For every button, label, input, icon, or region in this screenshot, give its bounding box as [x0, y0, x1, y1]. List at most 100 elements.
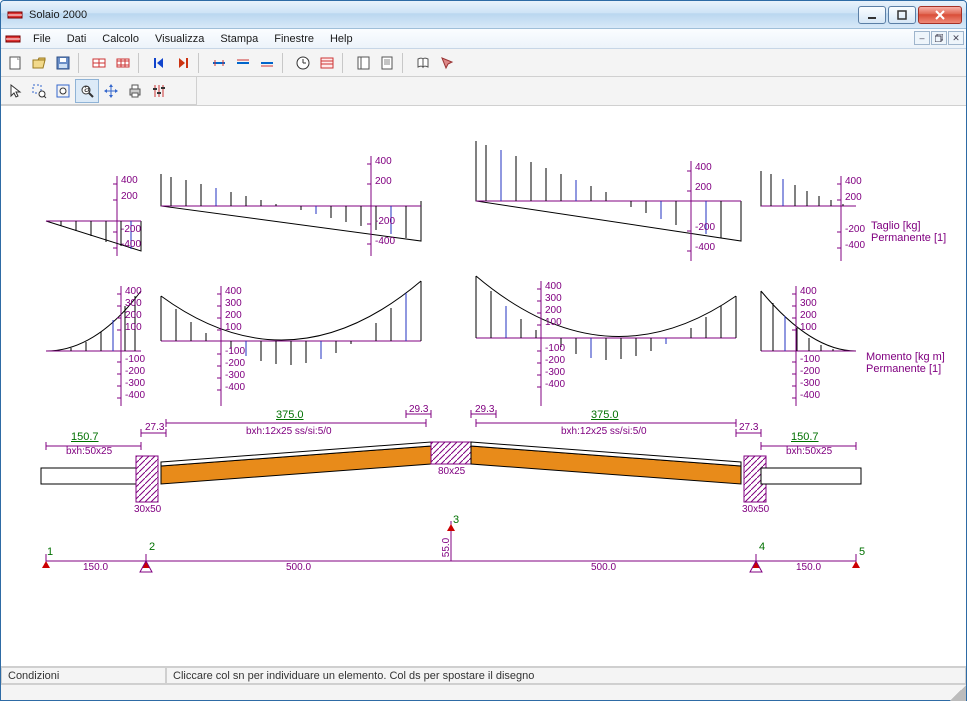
menu-dati[interactable]: Dati	[59, 31, 95, 47]
node-1: 1	[47, 546, 53, 558]
dim-span1: 375.0	[276, 409, 304, 421]
window-controls	[858, 6, 962, 24]
statusbar: Condizioni Cliccare col sn per individua…	[1, 666, 966, 684]
dim-span2: 375.0	[591, 409, 619, 421]
view-toolbar: a	[1, 77, 197, 105]
titlebar[interactable]: Solaio 2000	[1, 1, 966, 29]
open-button[interactable]	[27, 51, 51, 75]
doc-button[interactable]	[351, 51, 375, 75]
tick: -400	[545, 379, 565, 390]
minimize-button[interactable]	[858, 6, 886, 24]
window-title: Solaio 2000	[29, 9, 858, 21]
tick: -100	[545, 343, 565, 354]
dim-gap-cr: 29.3	[475, 404, 494, 415]
tick: 200	[121, 191, 138, 202]
menu-visualizza[interactable]: Visualizza	[147, 31, 212, 47]
zoom-window-button[interactable]	[27, 79, 51, 103]
status-left: Condizioni	[1, 667, 166, 684]
grid2-button[interactable]	[111, 51, 135, 75]
main-toolbar	[1, 49, 966, 77]
help-button[interactable]	[435, 51, 459, 75]
mdi-restore-button[interactable]	[931, 31, 947, 45]
tick: -400	[125, 390, 145, 401]
svg-text:a: a	[84, 83, 91, 95]
book-button[interactable]	[411, 51, 435, 75]
status-right: Cliccare col sn per individuare un eleme…	[166, 667, 966, 684]
axis-center-h: 55.0	[441, 538, 452, 557]
dim-gap-right: 27.3	[739, 422, 758, 433]
node-2: 2	[149, 541, 155, 553]
settings-button[interactable]	[147, 79, 171, 103]
close-button[interactable]	[918, 6, 962, 24]
tick: -400	[121, 239, 141, 250]
tick: 200	[800, 310, 817, 321]
tick: 400	[121, 175, 138, 186]
tick: -200	[800, 366, 820, 377]
tick: 300	[125, 298, 142, 309]
nav-last-button[interactable]	[171, 51, 195, 75]
tick: -200	[695, 222, 715, 233]
drawing-canvas[interactable]: 400 200 -200 -400 400 200 -200 -400 400 …	[1, 106, 966, 666]
support-left-label: 30x50	[134, 504, 161, 515]
tick: 300	[545, 293, 562, 304]
mdi-close-button[interactable]: ✕	[948, 31, 964, 45]
tick: 100	[800, 322, 817, 333]
maximize-button[interactable]	[888, 6, 916, 24]
print-button[interactable]	[123, 79, 147, 103]
tick: 400	[375, 156, 392, 167]
menubar: File Dati Calcolo Visualizza Stampa Fine…	[1, 29, 966, 49]
tick: 400	[800, 286, 817, 297]
mdi-minimize-button[interactable]: ‒	[914, 31, 930, 45]
beam3-button[interactable]	[255, 51, 279, 75]
table-button[interactable]	[315, 51, 339, 75]
dim-left-cant-sub: bxh:50x25	[66, 446, 112, 457]
pan-button[interactable]	[99, 79, 123, 103]
zoom-realtime-button[interactable]: a	[75, 79, 99, 103]
app-window: Solaio 2000 File Dati Calcolo Visualizza…	[0, 0, 967, 701]
tick: -300	[125, 378, 145, 389]
tick: -400	[800, 390, 820, 401]
tick: 200	[125, 310, 142, 321]
zoom-extents-button[interactable]	[51, 79, 75, 103]
menu-help[interactable]: Help	[322, 31, 361, 47]
resize-grip[interactable]	[950, 685, 966, 701]
dim-span2-sub: bxh:12x25 ss/si:5/0	[561, 426, 647, 437]
page-button[interactable]	[375, 51, 399, 75]
dim-right-cant-sub: bxh:50x25	[786, 446, 832, 457]
beam2-button[interactable]	[231, 51, 255, 75]
tick: 200	[845, 192, 862, 203]
menu-stampa[interactable]: Stampa	[212, 31, 266, 47]
tick: -300	[545, 367, 565, 378]
menu-calcolo[interactable]: Calcolo	[94, 31, 147, 47]
center-label: 80x25	[438, 466, 465, 477]
app-icon	[7, 7, 23, 23]
node-5: 5	[859, 546, 865, 558]
tick: -200	[225, 358, 245, 369]
support-right-label: 30x50	[742, 504, 769, 515]
scroll-corner	[1, 684, 966, 700]
grid1-button[interactable]	[87, 51, 111, 75]
dim-gap-left: 27.3	[145, 422, 164, 433]
pointer-button[interactable]	[3, 79, 27, 103]
tick: 400	[845, 176, 862, 187]
beam1-button[interactable]	[207, 51, 231, 75]
tick: 200	[695, 182, 712, 193]
save-button[interactable]	[51, 51, 75, 75]
menu-finestre[interactable]: Finestre	[266, 31, 322, 47]
dim-gap-cl: 29.3	[409, 404, 428, 415]
tick: -100	[225, 346, 245, 357]
tick: 100	[225, 322, 242, 333]
tick: -200	[121, 224, 141, 235]
moment-label: Momento [kg m]Permanente [1]	[866, 351, 945, 375]
tick: -100	[800, 354, 820, 365]
dim-right-cant: 150.7	[791, 431, 819, 443]
dim-span1-sub: bxh:12x25 ss/si:5/0	[246, 426, 332, 437]
tick: -200	[545, 355, 565, 366]
nav-first-button[interactable]	[147, 51, 171, 75]
clock-button[interactable]	[291, 51, 315, 75]
tick: 400	[225, 286, 242, 297]
tick: 200	[375, 176, 392, 187]
menu-file[interactable]: File	[25, 31, 59, 47]
new-button[interactable]	[3, 51, 27, 75]
tick: 300	[225, 298, 242, 309]
